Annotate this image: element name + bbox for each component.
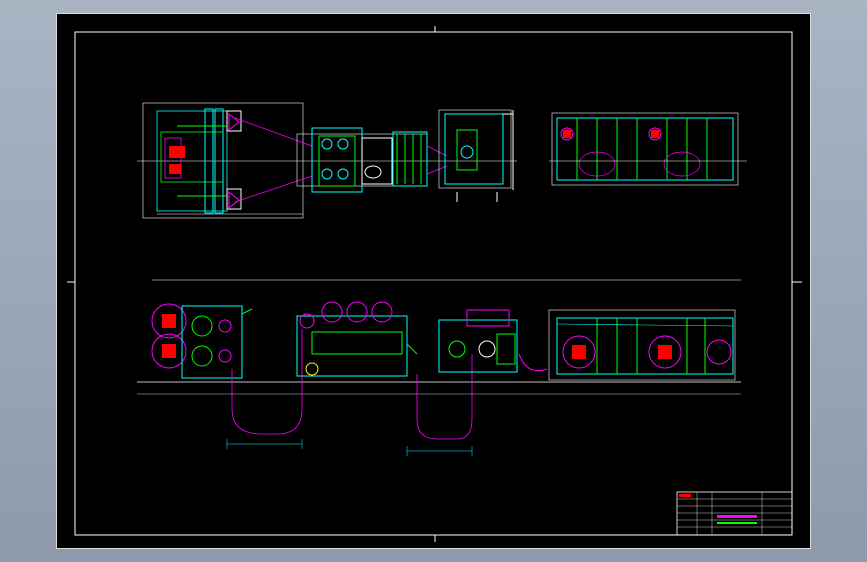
drawing-frame (67, 26, 802, 542)
top-view-left-unwind (137, 102, 517, 219)
front-view-production-line (137, 279, 741, 456)
top-view-right-unit (438, 109, 747, 202)
title-block (676, 491, 793, 536)
drawing-viewport[interactable] (56, 13, 811, 549)
top-view-center-press (296, 127, 448, 193)
cad-drawing (67, 26, 802, 542)
